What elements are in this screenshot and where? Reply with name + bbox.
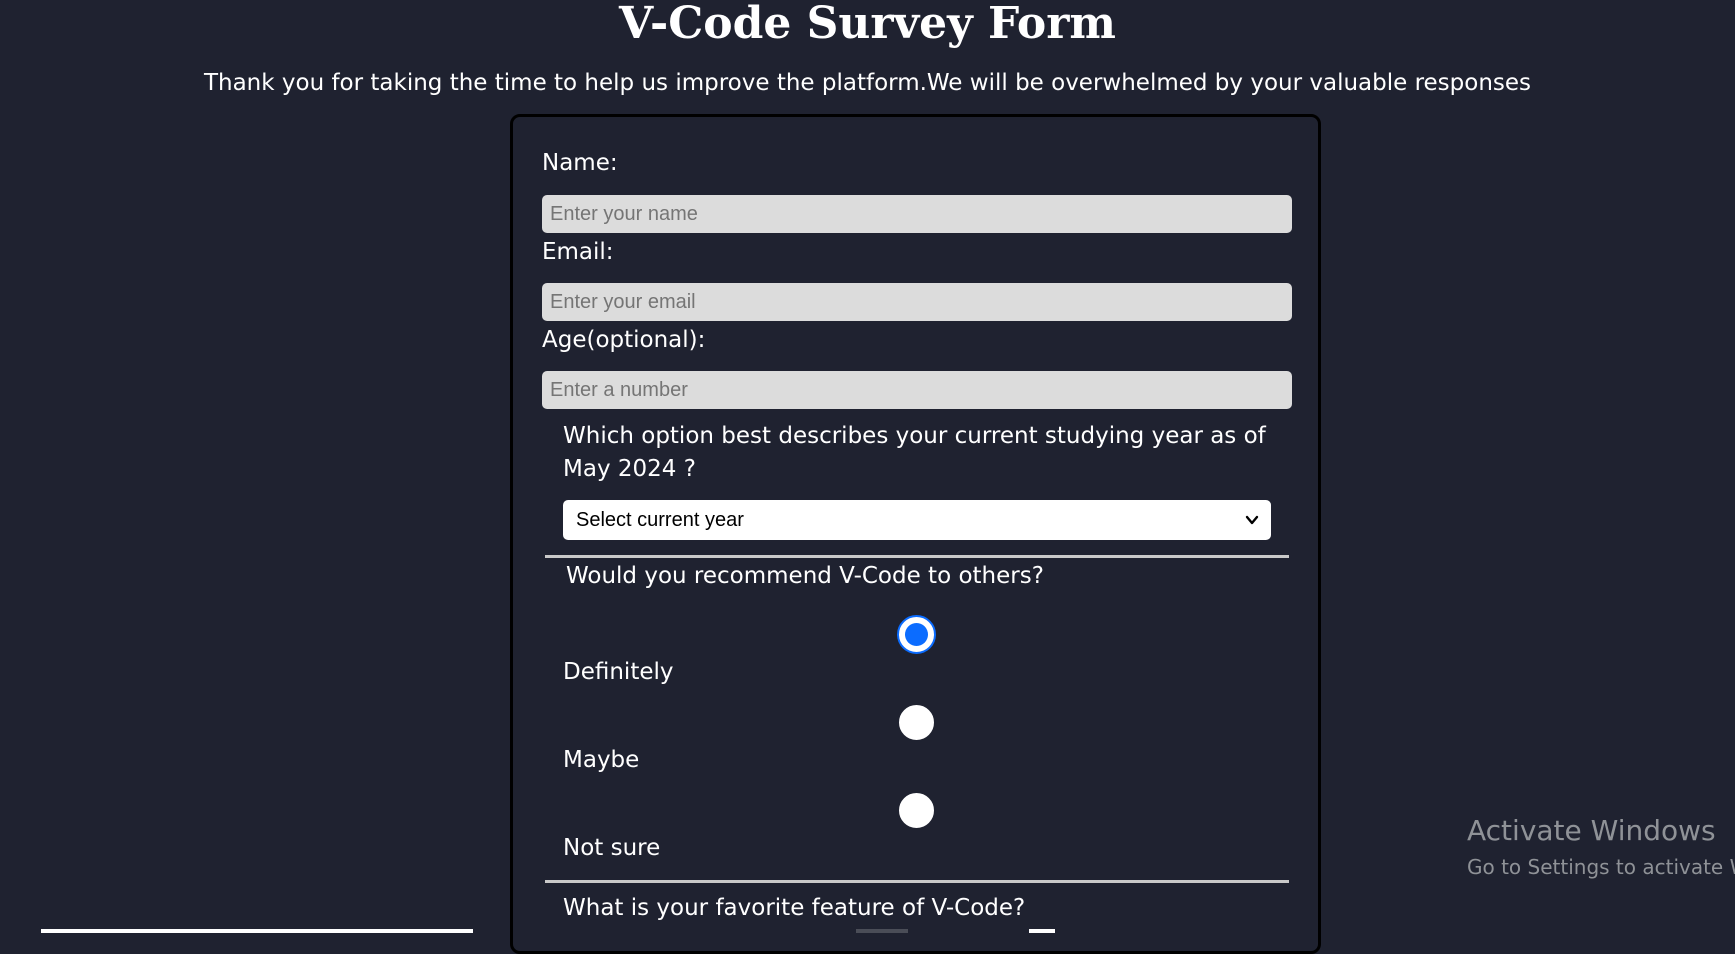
chevron-down-icon [1245, 515, 1259, 525]
name-input[interactable] [542, 195, 1292, 233]
page-subtitle: Thank you for taking the time to help us… [203, 70, 1532, 96]
studying-year-select-value: Select current year [576, 509, 744, 531]
radio-definitely[interactable] [897, 615, 936, 654]
horizontal-scrollbar-thumb[interactable] [41, 929, 473, 933]
email-input[interactable] [542, 283, 1292, 321]
activate-windows-subtitle: Go to Settings to activate W [1467, 855, 1735, 879]
radio-not-sure[interactable] [897, 791, 936, 830]
section-divider [545, 880, 1289, 883]
age-input[interactable] [542, 371, 1292, 409]
taskbar-indicator [1029, 929, 1055, 933]
radio-maybe[interactable] [897, 703, 936, 742]
section-divider [545, 555, 1289, 558]
page-title: V-Code Survey Form [619, 0, 1116, 49]
option-label-maybe: Maybe [563, 747, 640, 773]
favorite-feature-question: What is your favorite feature of V-Code? [563, 895, 1026, 921]
recommend-question: Would you recommend V-Code to others? [566, 563, 1044, 589]
studying-year-question: Which option best describes your current… [563, 423, 1266, 482]
option-label-definitely: Definitely [563, 659, 674, 685]
taskbar-indicator [856, 929, 908, 933]
studying-year-select[interactable]: Select current year [563, 500, 1271, 540]
activate-windows-title: Activate Windows [1467, 814, 1716, 847]
email-label: Email: [542, 239, 614, 265]
option-label-not-sure: Not sure [563, 835, 661, 861]
name-label: Name: [542, 150, 618, 176]
age-label: Age(optional): [542, 327, 706, 353]
